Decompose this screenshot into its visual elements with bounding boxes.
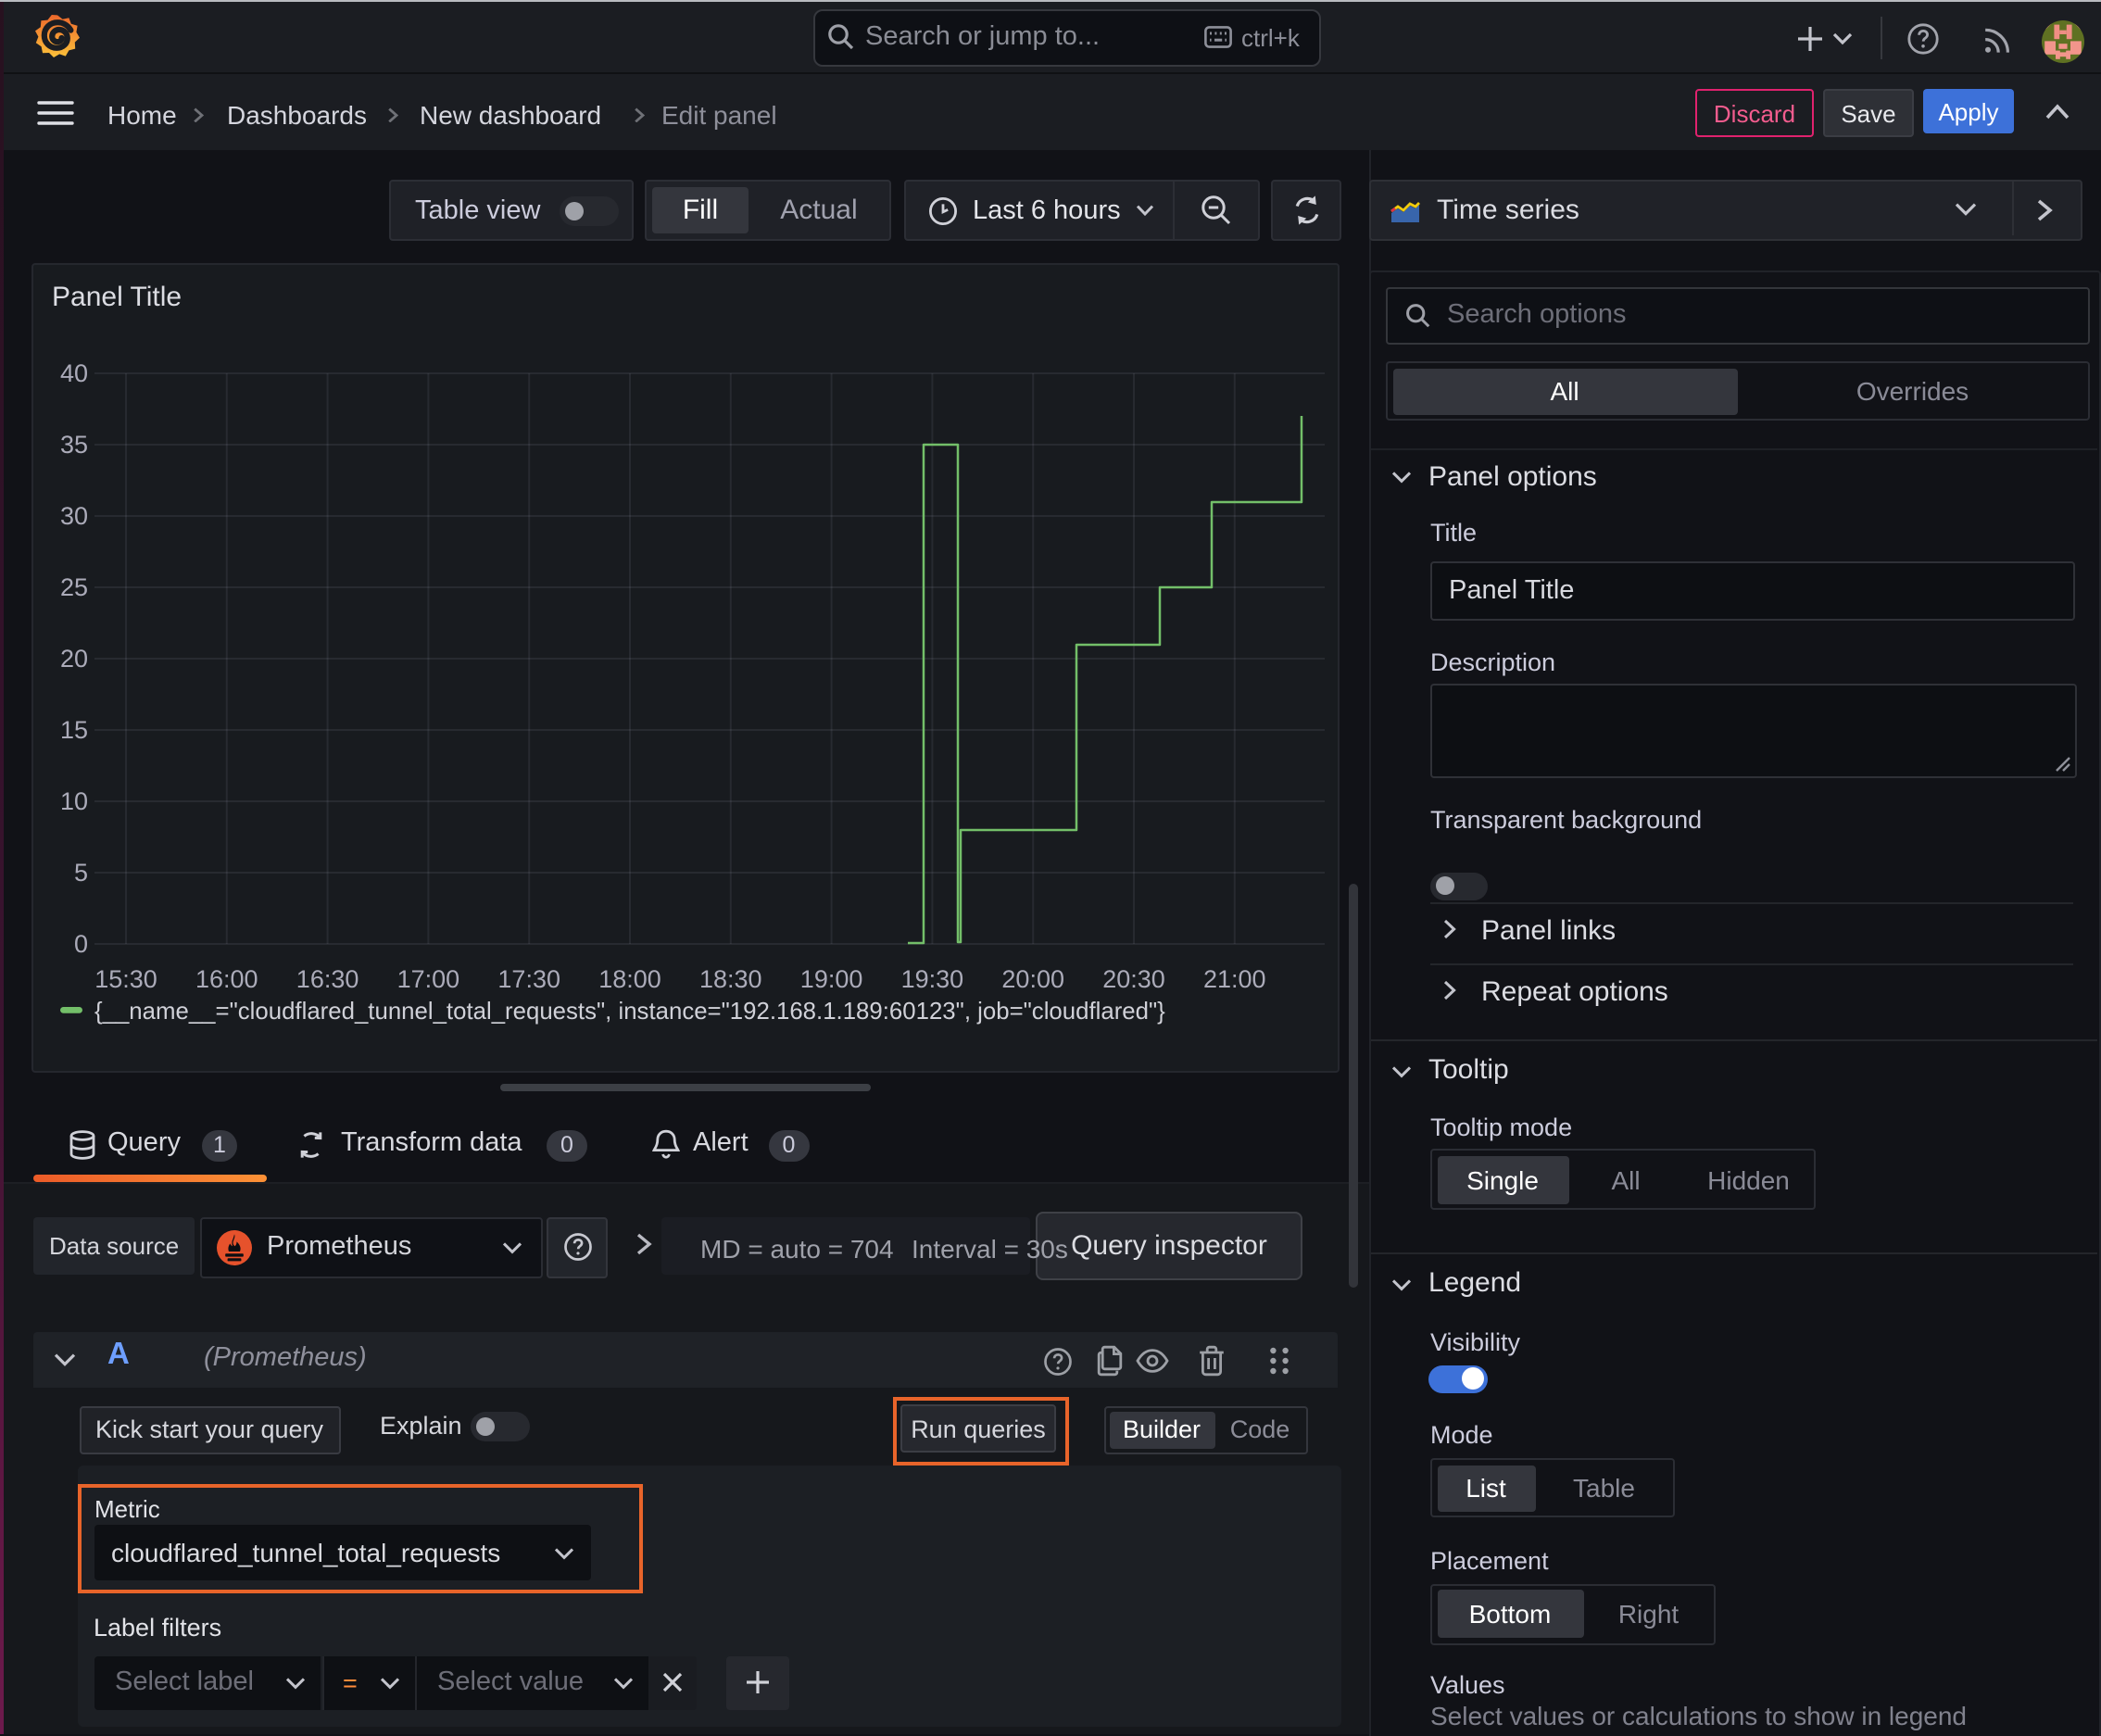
svg-text:0: 0 <box>74 930 88 958</box>
svg-text:20:30: 20:30 <box>1102 965 1165 993</box>
svg-text:25: 25 <box>60 573 88 601</box>
svg-text:17:30: 17:30 <box>497 965 560 993</box>
svg-text:20: 20 <box>60 645 88 673</box>
svg-text:16:00: 16:00 <box>195 965 258 993</box>
svg-text:21:00: 21:00 <box>1203 965 1266 993</box>
svg-text:18:00: 18:00 <box>598 965 661 993</box>
svg-text:15: 15 <box>60 716 88 744</box>
svg-text:19:30: 19:30 <box>901 965 964 993</box>
svg-text:30: 30 <box>60 502 88 530</box>
svg-text:18:30: 18:30 <box>699 965 762 993</box>
svg-text:19:00: 19:00 <box>800 965 863 993</box>
svg-text:16:30: 16:30 <box>296 965 359 993</box>
svg-text:{__name__="cloudflared_tunnel_: {__name__="cloudflared_tunnel_total_requ… <box>94 999 1165 1025</box>
svg-text:20:00: 20:00 <box>1001 965 1064 993</box>
svg-text:35: 35 <box>60 431 88 459</box>
svg-text:17:00: 17:00 <box>397 965 460 993</box>
svg-text:15:30: 15:30 <box>94 965 157 993</box>
svg-text:5: 5 <box>74 859 88 887</box>
svg-text:40: 40 <box>60 359 88 387</box>
svg-text:10: 10 <box>60 787 88 815</box>
